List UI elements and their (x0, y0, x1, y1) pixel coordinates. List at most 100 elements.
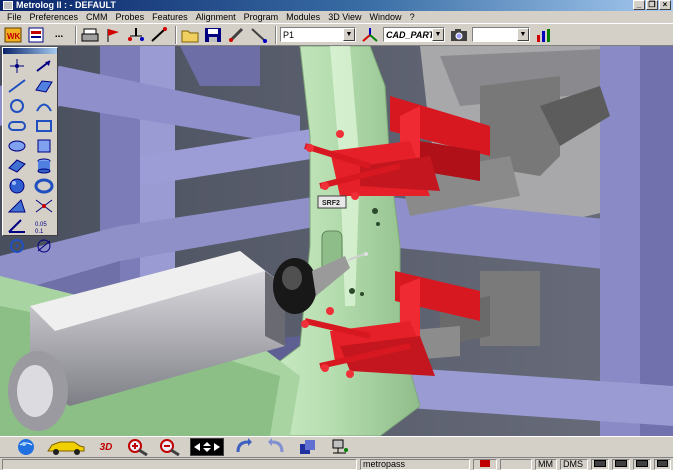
part-hole (360, 292, 364, 296)
menu-help[interactable]: ? (406, 11, 419, 23)
rectangle-slot-icon[interactable] (31, 116, 57, 135)
axis-icon[interactable] (360, 26, 380, 44)
probe-arm-icon[interactable] (149, 26, 169, 44)
svg-text:0.1: 0.1 (35, 229, 44, 234)
clamp-knob (336, 130, 344, 138)
workspace-icon[interactable]: WK (3, 26, 23, 44)
slot-icon[interactable] (4, 116, 30, 135)
diameter-icon[interactable] (31, 236, 57, 255)
plane-icon[interactable] (31, 76, 57, 95)
probe-tree-icon[interactable] (126, 26, 146, 44)
toolbar-separator (175, 25, 177, 44)
probe-tip (364, 252, 368, 256)
zoom-in-icon[interactable] (126, 438, 150, 456)
chevron-down-icon[interactable]: ▼ (432, 28, 444, 41)
circle-feature-icon[interactable] (4, 236, 30, 255)
clamp-knob (351, 192, 359, 200)
status-units[interactable]: MM (535, 459, 557, 470)
open-folder-icon[interactable] (180, 26, 200, 44)
menu-cmm[interactable]: CMM (82, 11, 112, 23)
cad-part-select[interactable]: CAD_PART ▼ (383, 27, 445, 42)
more-options-button[interactable]: ... (49, 26, 69, 44)
frame-beam (640, 46, 673, 436)
status-bar: metropass MM DMS (0, 457, 673, 470)
cmm-arm-joint (17, 365, 53, 417)
save-icon[interactable] (203, 26, 223, 44)
point-icon[interactable] (4, 56, 30, 75)
app-icon[interactable] (3, 1, 13, 10)
clamp-knob (321, 364, 329, 372)
chevron-down-icon[interactable]: ▼ (517, 28, 529, 41)
status-user: metropass (360, 459, 470, 470)
close-button[interactable]: × (659, 0, 671, 10)
status-angle-format[interactable]: DMS (560, 459, 588, 470)
point-select[interactable]: P1 ▼ (280, 27, 356, 42)
cone-icon[interactable] (4, 196, 30, 215)
network-icon[interactable] (328, 438, 352, 456)
cad-part-value: CAD_PART (386, 29, 435, 40)
view-select[interactable]: ▼ (472, 27, 530, 42)
monitor-icon (615, 460, 627, 467)
rotate-right-icon[interactable] (264, 438, 288, 456)
print-icon[interactable] (80, 26, 100, 44)
rotate-left-icon[interactable] (232, 438, 256, 456)
arc-icon[interactable] (31, 96, 57, 115)
cylinder-icon[interactable] (31, 156, 57, 175)
shaded-view-icon[interactable] (296, 438, 320, 456)
angle-icon[interactable] (4, 216, 30, 235)
status-icon-slot (612, 459, 630, 470)
square-icon[interactable] (31, 136, 57, 155)
torus-icon[interactable] (31, 176, 57, 195)
view-toolbar: 3D (0, 436, 673, 457)
menu-modules[interactable]: Modules (282, 11, 324, 23)
sphere-icon[interactable] (4, 176, 30, 195)
menu-probes[interactable]: Probes (112, 11, 149, 23)
monitor-icon (636, 460, 648, 467)
clamp-knob (346, 370, 354, 378)
menu-alignment[interactable]: Alignment (192, 11, 240, 23)
svg-text:0.05: 0.05 (35, 222, 47, 228)
measure-probe-icon[interactable] (249, 26, 269, 44)
clamp-knob (321, 182, 329, 190)
vector-point-icon[interactable] (31, 56, 57, 75)
minimize-button[interactable]: _ (633, 0, 645, 10)
camera-icon[interactable] (449, 26, 469, 44)
menu-features[interactable]: Features (148, 11, 192, 23)
menu-file[interactable]: File (3, 11, 26, 23)
status-indicator (473, 459, 497, 470)
status-icon-slot (591, 459, 609, 470)
edit-pen-icon[interactable] (226, 26, 246, 44)
status-icon-slot (633, 459, 651, 470)
monitor-icon (594, 460, 606, 467)
menu-window[interactable]: Window (366, 11, 406, 23)
restore-button[interactable]: ❐ (646, 0, 658, 10)
car-model-icon[interactable] (46, 438, 86, 456)
status-message (2, 459, 357, 470)
line-icon[interactable] (4, 76, 30, 95)
cad-viewport[interactable]: SRF2 (0, 46, 673, 436)
title-bar: Metrolog II : - DEFAULT _ ❐ × (0, 0, 673, 11)
fit-view-icon[interactable] (190, 438, 224, 456)
view-3d-icon[interactable]: 3D (94, 438, 118, 456)
ellipse-icon[interactable] (4, 136, 30, 155)
tolerance-icon[interactable]: 0.05 0.1 (31, 216, 57, 235)
zoom-out-icon[interactable] (158, 438, 182, 456)
program-icon[interactable] (26, 26, 46, 44)
toolbar-separator (275, 25, 277, 44)
flag-probe-icon[interactable] (103, 26, 123, 44)
menu-program[interactable]: Program (240, 11, 283, 23)
monitor-icon (657, 460, 668, 467)
circle-icon[interactable] (4, 96, 30, 115)
menu-3d-view[interactable]: 3D View (324, 11, 365, 23)
construct-icon[interactable] (31, 196, 57, 215)
menu-preferences[interactable]: Preferences (26, 11, 83, 23)
window-title: Metrolog II : - DEFAULT (16, 0, 116, 10)
statistics-chart-icon[interactable] (534, 26, 554, 44)
point-select-value: P1 (283, 29, 295, 40)
reference-label: SRF2 (322, 200, 340, 207)
surface-icon[interactable] (4, 156, 30, 175)
globe-icon[interactable] (14, 438, 38, 456)
part-hole (372, 208, 378, 214)
chevron-down-icon[interactable]: ▼ (343, 28, 355, 41)
status-icon-slot (654, 459, 671, 470)
